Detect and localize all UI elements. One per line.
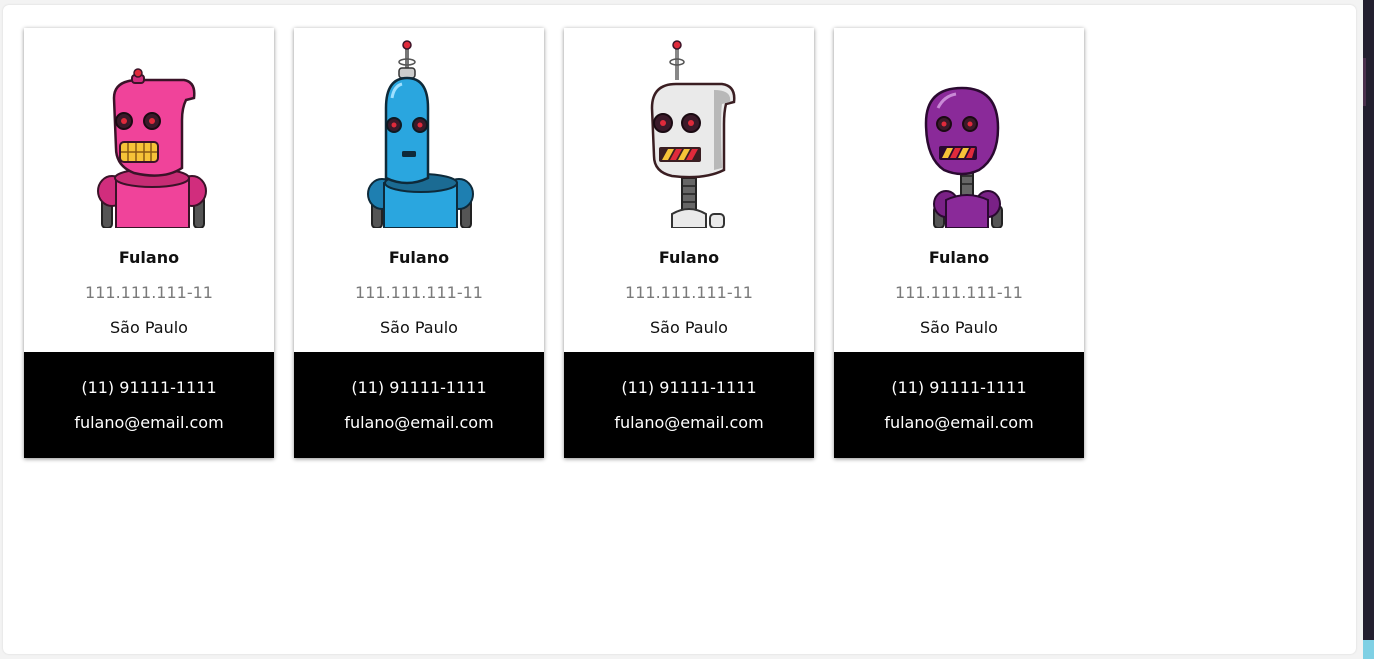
card-info: Fulano 111.111.111-11 São Paulo xyxy=(834,28,1084,352)
contact-phone: (11) 91111-1111 xyxy=(621,378,757,397)
contact-cpf: 111.111.111-11 xyxy=(895,283,1023,302)
contact-email: fulano@email.com xyxy=(344,413,494,432)
contact-email: fulano@email.com xyxy=(884,413,1034,432)
contact-cpf: 111.111.111-11 xyxy=(625,283,753,302)
card-info: Fulano 111.111.111-11 São Paulo xyxy=(24,28,274,352)
contact-name: Fulano xyxy=(658,248,720,267)
card-contact-footer: (11) 91111-1111 fulano@email.com xyxy=(834,352,1084,458)
contact-phone: (11) 91111-1111 xyxy=(891,378,1027,397)
contact-phone: (11) 91111-1111 xyxy=(81,378,217,397)
card-info: Fulano 111.111.111-11 São Paulo xyxy=(564,28,814,352)
contact-email: fulano@email.com xyxy=(614,413,764,432)
card-contact-footer: (11) 91111-1111 fulano@email.com xyxy=(564,352,814,458)
contact-card[interactable]: Fulano 111.111.111-11 São Paulo (11) 911… xyxy=(24,28,274,458)
contact-name: Fulano xyxy=(928,248,990,267)
pink-robot-icon xyxy=(97,68,207,228)
window-edge xyxy=(1363,0,1374,659)
contact-city: São Paulo xyxy=(920,318,998,337)
white-robot-icon xyxy=(650,40,736,228)
contact-phone: (11) 91111-1111 xyxy=(351,378,487,397)
corner-accent xyxy=(1363,640,1374,659)
contact-card[interactable]: Fulano 111.111.111-11 São Paulo (11) 911… xyxy=(294,28,544,458)
contact-name: Fulano xyxy=(388,248,450,267)
card-info: Fulano 111.111.111-11 São Paulo xyxy=(294,28,544,352)
contact-cpf: 111.111.111-11 xyxy=(85,283,213,302)
page-container: Fulano 111.111.111-11 São Paulo (11) 911… xyxy=(3,5,1356,654)
contact-cpf: 111.111.111-11 xyxy=(355,283,483,302)
blue-robot-icon xyxy=(367,40,474,228)
contact-city: São Paulo xyxy=(110,318,188,337)
contact-city: São Paulo xyxy=(380,318,458,337)
purple-robot-icon xyxy=(924,86,1003,228)
scrollbar-thumb[interactable] xyxy=(1363,58,1366,106)
card-list: Fulano 111.111.111-11 São Paulo (11) 911… xyxy=(24,28,1084,458)
contact-city: São Paulo xyxy=(650,318,728,337)
contact-email: fulano@email.com xyxy=(74,413,224,432)
contact-card[interactable]: Fulano 111.111.111-11 São Paulo (11) 911… xyxy=(834,28,1084,458)
card-contact-footer: (11) 91111-1111 fulano@email.com xyxy=(294,352,544,458)
contact-card[interactable]: Fulano 111.111.111-11 São Paulo (11) 911… xyxy=(564,28,814,458)
contact-name: Fulano xyxy=(118,248,180,267)
card-contact-footer: (11) 91111-1111 fulano@email.com xyxy=(24,352,274,458)
